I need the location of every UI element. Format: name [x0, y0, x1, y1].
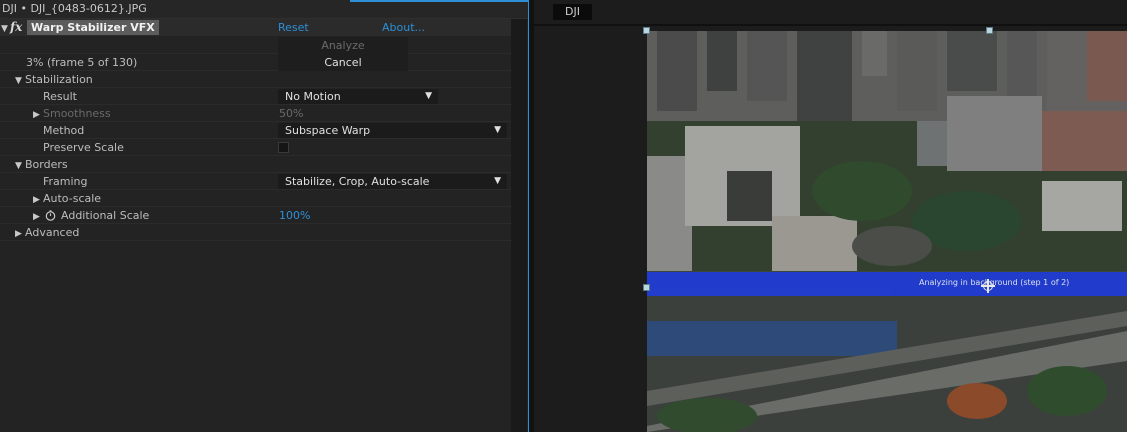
method-dropdown[interactable]: Subspace Warp ▼ — [278, 123, 507, 138]
chevron-down-icon: ▼ — [494, 125, 501, 135]
panel-header: DJI • DJI_{0483-0612}.JPG — [0, 0, 528, 19]
layer-handle-top-center[interactable] — [986, 27, 993, 34]
fx-icon[interactable]: fx — [10, 19, 22, 36]
analysis-status-text: Analyzing in background (step 1 of 2) — [919, 278, 1070, 287]
analysis-progress-text: 3% (frame 5 of 130) — [26, 56, 138, 69]
autoscale-label: Auto-scale — [43, 192, 102, 205]
result-row: Result No Motion ▼ — [0, 88, 511, 105]
cancel-button[interactable]: Cancel — [278, 54, 408, 71]
autoscale-row[interactable]: ▶ Auto-scale — [0, 190, 511, 207]
advanced-group[interactable]: ▶ Advanced — [0, 224, 511, 241]
result-value: No Motion — [285, 90, 341, 103]
method-value: Subspace Warp — [285, 124, 371, 137]
framing-row: Framing Stabilize, Crop, Auto-scale ▼ — [0, 173, 511, 190]
anchor-point-icon[interactable] — [981, 279, 995, 293]
additional-scale-value[interactable]: 100% — [279, 207, 310, 224]
viewer-tab[interactable]: DJI — [553, 4, 592, 20]
method-label: Method — [43, 124, 85, 137]
borders-group[interactable]: ▼ Borders — [0, 156, 511, 173]
preserve-scale-checkbox[interactable] — [278, 142, 289, 153]
analyze-row: Analyze — [0, 37, 511, 54]
stopwatch-icon[interactable] — [45, 210, 56, 221]
viewer-separator — [534, 24, 1127, 26]
stabilization-group[interactable]: ▼ Stabilization — [0, 71, 511, 88]
additional-scale-row: ▶ Additional Scale 100% — [0, 207, 511, 224]
framing-label: Framing — [43, 175, 88, 188]
stabilization-label: Stabilization — [25, 73, 93, 86]
aerial-city-image — [647, 31, 1127, 432]
preserve-scale-label: Preserve Scale — [43, 141, 124, 154]
effect-header-row[interactable]: ▼ fx Warp Stabilizer VFX Reset About... — [0, 19, 511, 36]
borders-label: Borders — [25, 158, 68, 171]
framing-dropdown[interactable]: Stabilize, Crop, Auto-scale ▼ — [278, 174, 507, 189]
reset-button[interactable]: Reset — [278, 19, 309, 36]
panel-focus-accent — [350, 0, 528, 2]
expand-icon[interactable]: ▶ — [15, 226, 25, 243]
smoothness-label: Smoothness — [43, 107, 111, 120]
result-label: Result — [43, 90, 77, 103]
additional-scale-label: Additional Scale — [61, 209, 150, 222]
smoothness-value: 50% — [279, 107, 304, 120]
chevron-down-icon: ▼ — [425, 91, 432, 101]
layer-handle-top-left[interactable] — [643, 27, 650, 34]
panel-title: DJI • DJI_{0483-0612}.JPG — [2, 2, 147, 15]
about-button[interactable]: About... — [382, 19, 425, 36]
smoothness-row: ▶ Smoothness 50% — [0, 105, 511, 122]
chevron-down-icon: ▼ — [494, 176, 501, 186]
panel-scrollbar[interactable] — [511, 19, 527, 432]
result-dropdown[interactable]: No Motion ▼ — [278, 89, 438, 104]
advanced-label: Advanced — [25, 226, 80, 239]
analyze-button[interactable]: Analyze — [278, 37, 408, 54]
effect-controls-panel: DJI • DJI_{0483-0612}.JPG ▼ fx Warp Stab… — [0, 0, 529, 432]
preserve-scale-row: Preserve Scale — [0, 139, 511, 156]
framing-value: Stabilize, Crop, Auto-scale — [285, 175, 430, 188]
method-row: Method Subspace Warp ▼ — [0, 122, 511, 139]
progress-row: 3% (frame 5 of 130) Cancel — [0, 54, 511, 71]
effect-name: Warp Stabilizer VFX — [27, 20, 159, 35]
analysis-progress-band: Analyzing in background (step 1 of 2) — [647, 272, 1127, 296]
composition-frame[interactable]: Analyzing in background (step 1 of 2) — [647, 31, 1127, 432]
composition-viewer: DJI Analyzing in background (step 1 of 2… — [534, 0, 1127, 432]
layer-handle-middle-left[interactable] — [643, 284, 650, 291]
